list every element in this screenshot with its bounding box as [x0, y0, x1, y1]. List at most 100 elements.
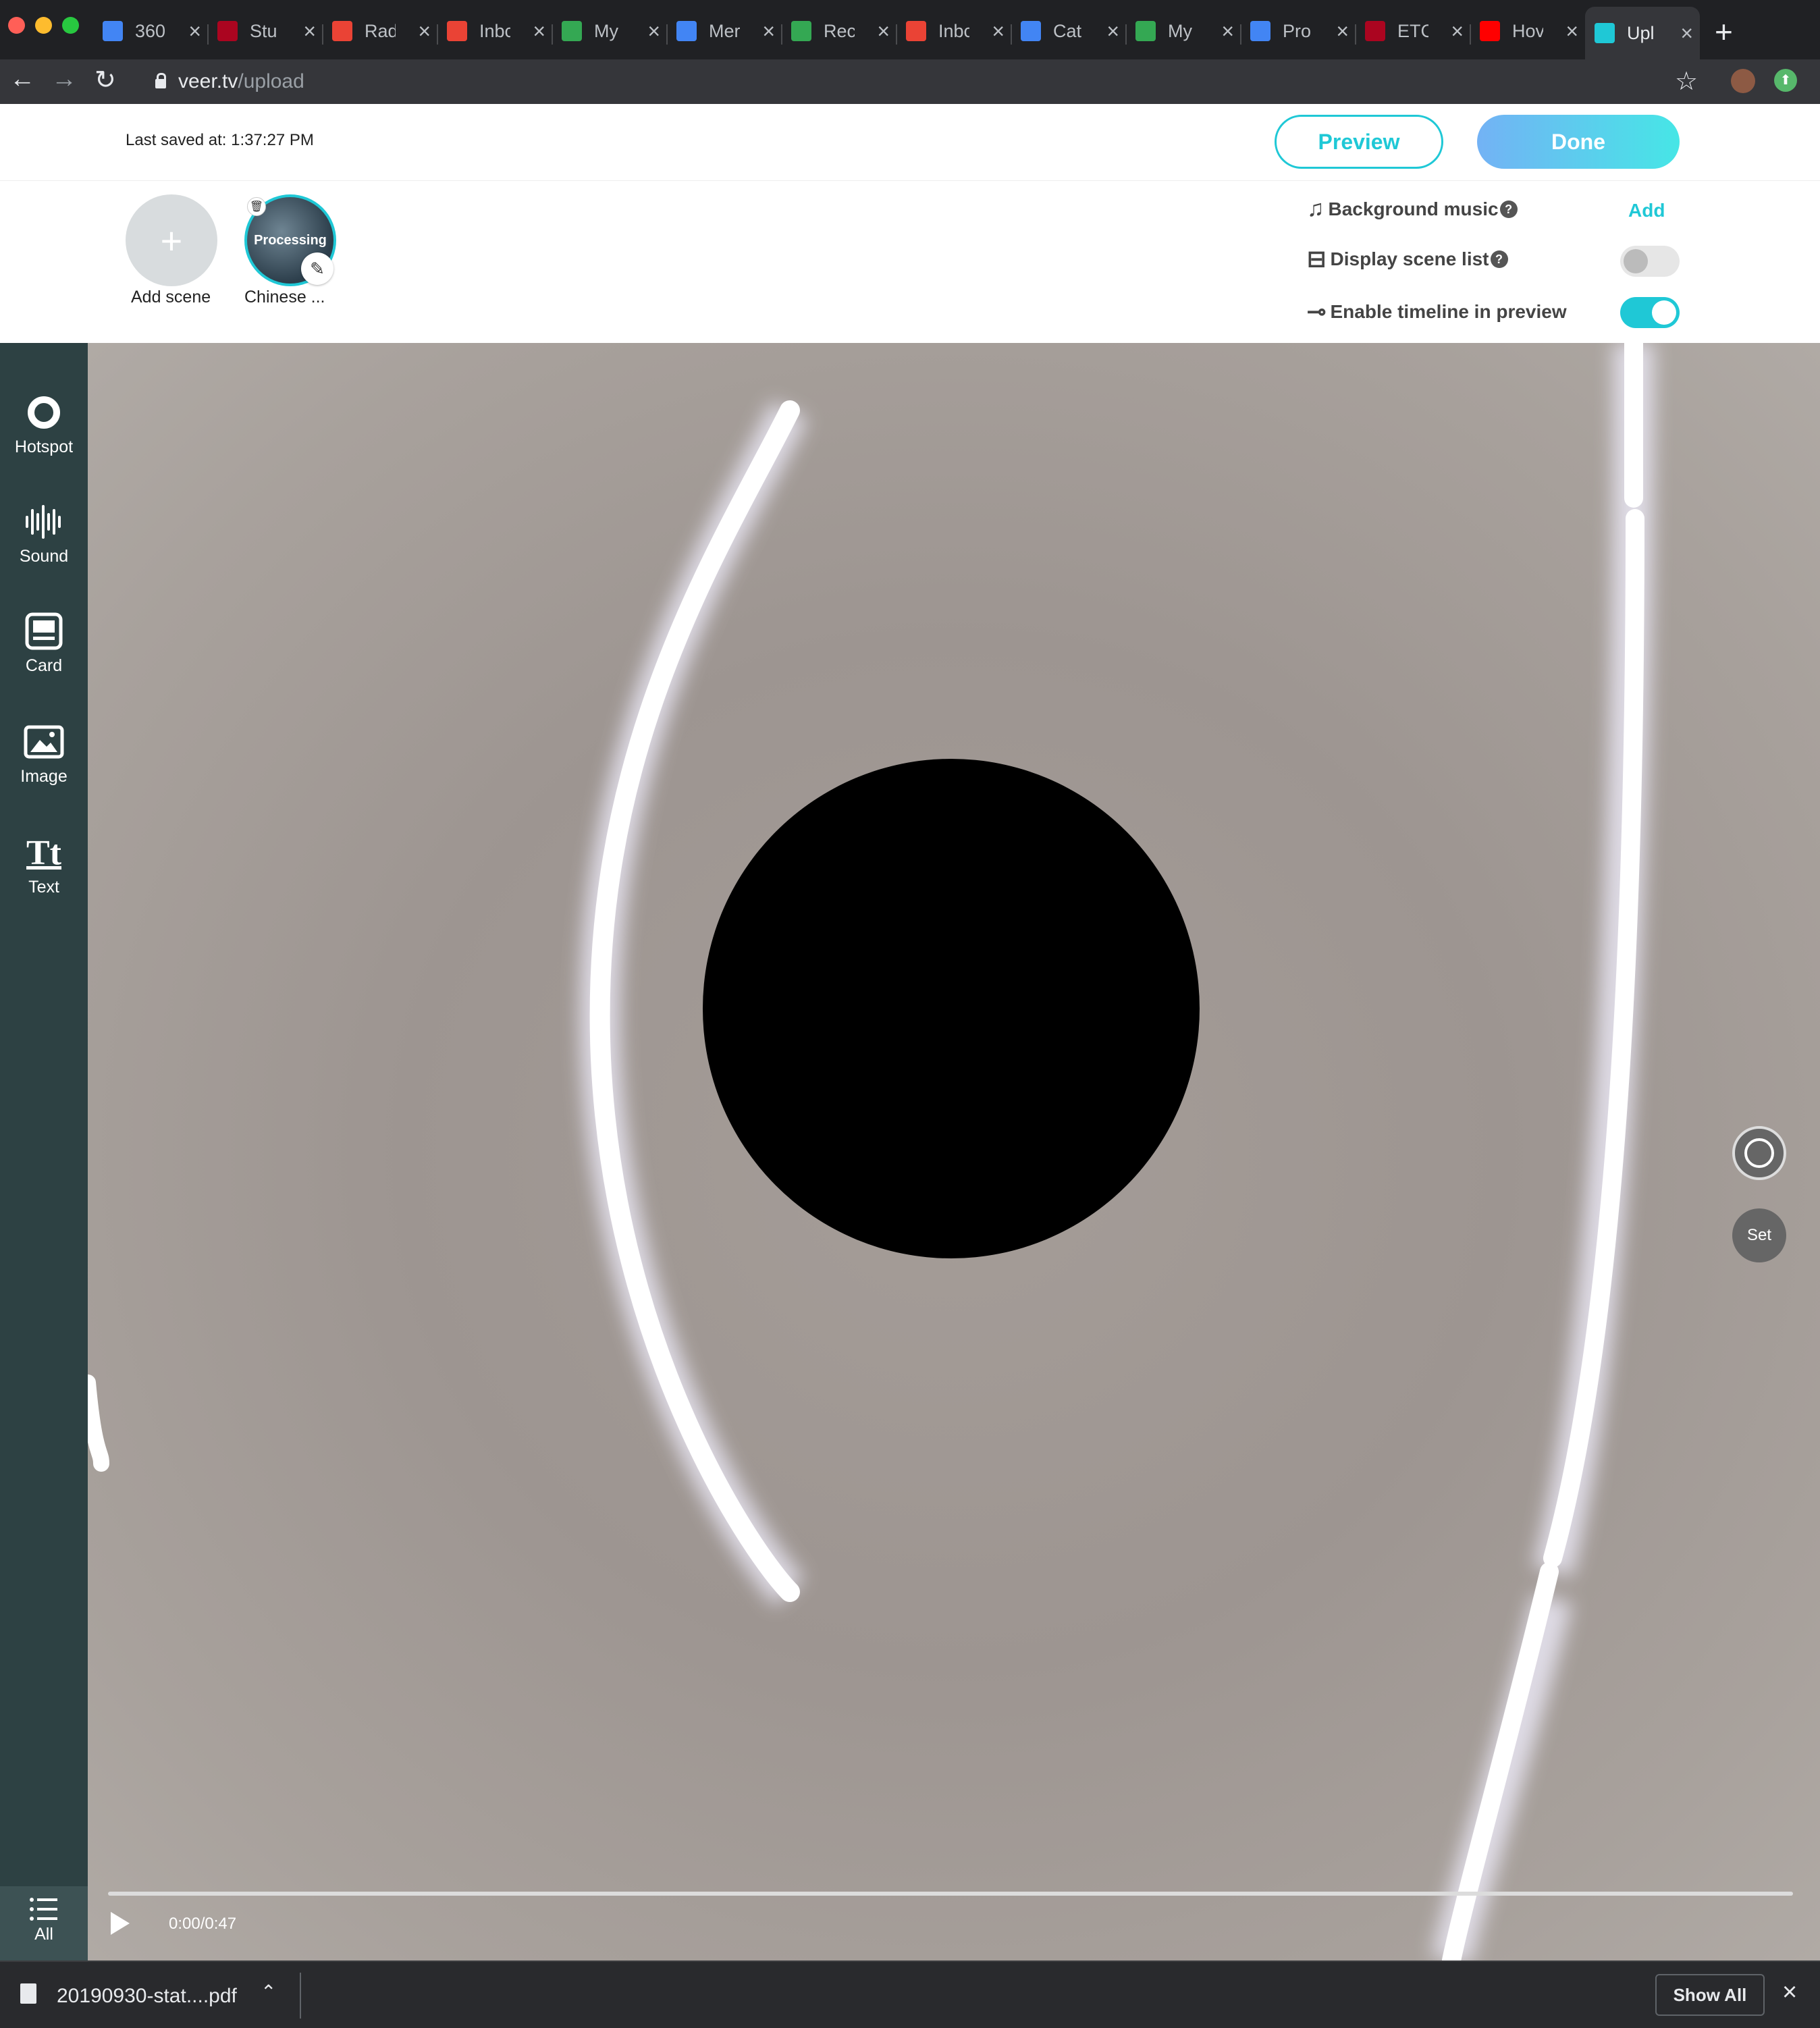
tab-strip: 360 × Stu × Rad × Inbc × My × Mer × Rec × Inbc × Cat × My ×…	[0, 0, 1820, 59]
text-tool[interactable]: Tt Text	[0, 830, 88, 897]
close-tab-icon[interactable]: ×	[877, 19, 890, 44]
nadir-black-disc	[703, 759, 1200, 1258]
maximize-window-button[interactable]	[62, 17, 79, 34]
browser-tab[interactable]: 360 ×	[93, 11, 208, 51]
browser-tab[interactable]: ETC ×	[1356, 11, 1470, 51]
reload-button[interactable]: ↻	[95, 65, 116, 95]
tab-title: Cat	[1053, 20, 1082, 41]
minimize-window-button[interactable]	[35, 17, 52, 34]
bookmark-star-icon[interactable]: ☆	[1675, 66, 1698, 97]
set-view-button[interactable]: Set	[1732, 1208, 1786, 1262]
back-button[interactable]: ←	[9, 65, 35, 94]
browser-tab[interactable]: My ×	[552, 11, 667, 51]
download-filename[interactable]: 20190930-stat....pdf	[57, 1985, 237, 2008]
close-tab-icon[interactable]: ×	[1336, 19, 1349, 44]
youtube-icon	[1480, 21, 1500, 41]
music-note-icon: ♫	[1307, 196, 1324, 221]
tab-title: Mer	[709, 20, 740, 41]
close-tab-icon[interactable]: ×	[1680, 21, 1693, 46]
address-bar[interactable]: veer.tv/upload	[140, 63, 1707, 100]
tool-sidebar: Hotspot Sound Card Image Tt Text All	[0, 343, 88, 1960]
profile-avatar[interactable]	[1731, 69, 1755, 93]
close-tab-icon[interactable]: ×	[647, 19, 660, 44]
timeline-scrubber[interactable]	[108, 1892, 1793, 1896]
close-tab-icon[interactable]: ×	[1451, 19, 1464, 44]
tool-label: Sound	[19, 547, 69, 566]
preview-button[interactable]: Preview	[1275, 115, 1443, 169]
background-music-setting: ♫ Background music ?	[1307, 196, 1518, 222]
tab-title: My	[594, 20, 618, 41]
browser-toolbar: ← → ↻ veer.tv/upload ☆ ⬆	[0, 59, 1820, 104]
panorama-viewport[interactable]: Set 0:00/0:47	[88, 343, 1820, 1960]
tab-title: Rec	[824, 20, 855, 41]
close-tab-icon[interactable]: ×	[992, 19, 1005, 44]
image-tool[interactable]: Image	[0, 720, 88, 786]
tool-label: Text	[28, 878, 59, 897]
browser-tab[interactable]: My ×	[1126, 11, 1241, 51]
delete-scene-icon[interactable]: 🗑	[247, 197, 266, 216]
close-tab-icon[interactable]: ×	[1106, 19, 1119, 44]
compass-icon	[1744, 1138, 1774, 1168]
help-icon[interactable]: ?	[1499, 200, 1518, 218]
add-music-link[interactable]: Add	[1628, 200, 1665, 221]
new-tab-button[interactable]: +	[1715, 14, 1733, 50]
done-button[interactable]: Done	[1477, 115, 1680, 169]
google-docs-icon	[676, 21, 697, 41]
enable-timeline-setting: ⊸ Enable timeline in preview	[1307, 298, 1567, 325]
scene-list-icon: ⊟	[1307, 246, 1327, 272]
tab-title: Rad	[365, 20, 396, 41]
close-tab-icon[interactable]: ×	[762, 19, 775, 44]
close-icon[interactable]: ×	[1782, 1978, 1797, 2007]
browser-tab[interactable]: Inbc ×	[437, 11, 552, 51]
close-tab-icon[interactable]: ×	[303, 19, 316, 44]
hotspot-icon	[28, 396, 60, 429]
toggle-knob	[1652, 300, 1676, 325]
browser-tab[interactable]: Rad ×	[323, 11, 437, 51]
extension-icon[interactable]: ⬆	[1774, 69, 1797, 92]
play-icon[interactable]	[111, 1912, 130, 1935]
last-saved-text: Last saved at: 1:37:27 PM	[126, 131, 314, 149]
lock-icon	[155, 73, 166, 88]
browser-tab[interactable]: Pro ×	[1241, 11, 1356, 51]
background-music-label: Background music	[1328, 198, 1499, 219]
card-tool[interactable]: Card	[0, 609, 88, 676]
sound-tool[interactable]: Sound	[0, 500, 88, 566]
forward-button[interactable]: →	[51, 65, 77, 94]
enable-timeline-toggle[interactable]	[1620, 297, 1680, 328]
help-icon[interactable]: ?	[1490, 250, 1508, 268]
browser-tab[interactable]: Hov ×	[1470, 11, 1585, 51]
close-tab-icon[interactable]: ×	[1565, 19, 1578, 44]
browser-tab[interactable]: Mer ×	[667, 11, 782, 51]
close-tab-icon[interactable]: ×	[1221, 19, 1234, 44]
edit-scene-icon[interactable]: ✎	[301, 252, 333, 285]
show-all-button[interactable]: Show All	[1655, 1974, 1765, 2016]
scene-name: Chinese ...	[244, 288, 325, 306]
browser-tab[interactable]: Rec ×	[782, 11, 896, 51]
image-icon	[24, 725, 64, 759]
close-tab-icon[interactable]: ×	[533, 19, 545, 44]
scene-bar: + Add scene Processing 🗑 ✎ Chinese ... ♫…	[0, 181, 1820, 343]
add-scene-button[interactable]: +	[126, 194, 217, 286]
card-icon	[25, 612, 63, 650]
timeline-icon: ⊸	[1307, 299, 1327, 325]
file-icon	[20, 1983, 36, 2004]
orientation-compass-button[interactable]	[1732, 1126, 1786, 1180]
hotspot-tool[interactable]: Hotspot	[0, 390, 88, 457]
url-path: /upload	[238, 70, 304, 92]
all-label: All	[34, 1925, 53, 1944]
close-window-button[interactable]	[8, 17, 25, 34]
browser-tab[interactable]: Inbc ×	[896, 11, 1011, 51]
close-tab-icon[interactable]: ×	[418, 19, 431, 44]
gmail-icon	[332, 21, 352, 41]
browser-tab[interactable]: Cat ×	[1011, 11, 1126, 51]
browser-tab[interactable]: Upl ×	[1585, 7, 1700, 59]
tab-title: Inbc	[479, 20, 510, 41]
google-docs-icon	[103, 21, 123, 41]
all-elements-button[interactable]: All	[0, 1886, 88, 1960]
browser-tab[interactable]: Stu ×	[208, 11, 323, 51]
add-scene-label: Add scene	[131, 288, 211, 306]
display-scene-list-toggle[interactable]	[1620, 246, 1680, 277]
close-tab-icon[interactable]: ×	[188, 19, 201, 44]
chevron-up-icon[interactable]: ⌃	[261, 1981, 276, 2003]
tool-label: Card	[25, 656, 63, 675]
